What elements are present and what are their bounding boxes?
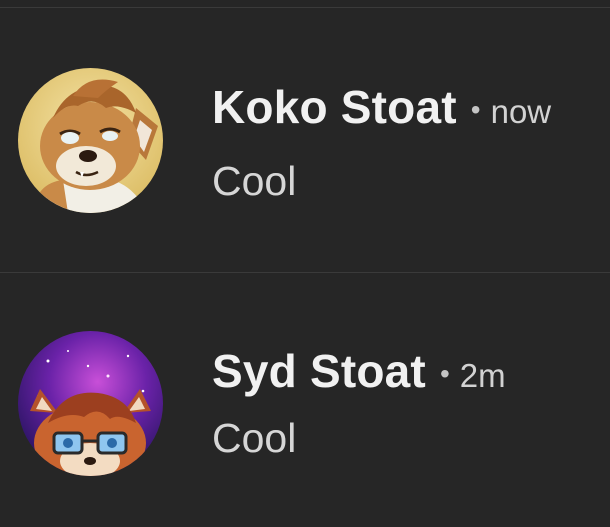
message-header: Syd Stoat • 2m bbox=[212, 344, 506, 398]
separator-dot: • bbox=[470, 94, 481, 125]
conversation-row[interactable]: Syd Stoat • 2m Cool bbox=[0, 273, 610, 527]
conversation-row[interactable]: Koko Stoat • now Cool bbox=[0, 8, 610, 270]
wolf-avatar-icon[interactable] bbox=[18, 68, 163, 213]
sender-name: Syd Stoat bbox=[212, 345, 426, 397]
separator-dot: • bbox=[439, 358, 450, 389]
timestamp: now bbox=[490, 93, 552, 130]
message-header: Koko Stoat • now bbox=[212, 80, 551, 134]
message-preview: Cool bbox=[212, 158, 297, 204]
message-list-screen: Koko Stoat • now Cool Syd Stoat • 2m Coo… bbox=[0, 0, 610, 527]
fox-avatar-icon[interactable] bbox=[18, 331, 163, 476]
message-preview: Cool bbox=[212, 415, 297, 461]
timestamp: 2m bbox=[459, 357, 506, 394]
sender-name: Koko Stoat bbox=[212, 81, 457, 133]
